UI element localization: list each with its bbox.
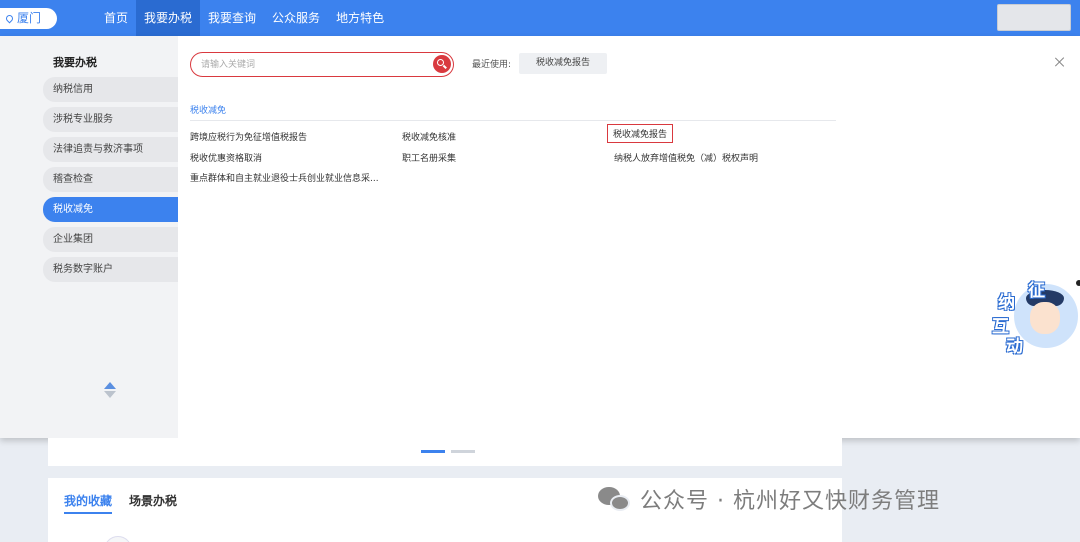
nav-home[interactable]: 首页: [96, 0, 136, 36]
wechat-icon: [598, 485, 632, 513]
service-link-waive-vat-exemption[interactable]: 纳税人放弃增值税免（减）税权声明: [614, 151, 758, 164]
nav-public-service[interactable]: 公众服务: [264, 0, 328, 36]
search-input[interactable]: [201, 56, 421, 73]
top-nav-bar: 厦门 首页 我要办税 我要查询 公众服务 地方特色: [0, 0, 1080, 36]
nav-local-features[interactable]: 地方特色: [328, 0, 392, 36]
sidebar-scroll-control[interactable]: [103, 382, 117, 400]
close-icon[interactable]: [1054, 56, 1066, 68]
service-link-veteran-employment[interactable]: 重点群体和自主就业退役士兵创业就业信息采...: [190, 171, 379, 184]
watermark: 公众号 · 杭州好又快财务管理: [598, 482, 940, 516]
arrow-up-icon[interactable]: [104, 382, 116, 389]
sidebar-list: 纳税信用 涉税专业服务 法律追责与救济事项 稽查检查 税收减免 企业集团 税务数…: [43, 77, 178, 287]
user-account-box[interactable]: [997, 4, 1071, 31]
carousel-pager: [421, 450, 475, 453]
badge-char: 征: [1028, 281, 1045, 301]
sidebar-item-enterprise-group[interactable]: 企业集团: [43, 227, 178, 252]
city-selector[interactable]: 厦门: [0, 8, 57, 29]
sidebar-item-professional-services[interactable]: 涉税专业服务: [43, 107, 178, 132]
sidebar-title: 我要办税: [53, 56, 97, 69]
mega-menu-panel: 我要办税 纳税信用 涉税专业服务 法律追责与救济事项 稽查检查 税收减免 企业集…: [0, 36, 1080, 438]
watermark-text: 公众号 · 杭州好又快财务管理: [640, 489, 940, 514]
service-link-relief-report[interactable]: 税收减免报告: [607, 124, 674, 143]
badge-char: 动: [1006, 337, 1023, 357]
badge-char: 纳: [998, 293, 1015, 313]
section-divider: [190, 120, 836, 121]
recent-label: 最近使用:: [472, 60, 512, 70]
sidebar-item-legal-remedies[interactable]: 法律追责与救济事项: [43, 137, 178, 162]
sidebar-item-inspection[interactable]: 稽查检查: [43, 167, 178, 192]
arrow-down-icon[interactable]: [104, 391, 116, 398]
service-link-cancel-qualification[interactable]: 税收优惠资格取消: [190, 151, 262, 164]
city-label: 厦门: [17, 11, 42, 25]
pager-dot-active[interactable]: [421, 450, 445, 453]
location-pin-icon: [4, 13, 15, 24]
sidebar-item-tax-credit[interactable]: 纳税信用: [43, 77, 178, 102]
search-box: [190, 52, 454, 77]
tab-scenario-tax[interactable]: 场景办税: [129, 492, 177, 509]
recent-item[interactable]: 税收减免报告: [519, 53, 607, 74]
tab-underline: [64, 512, 112, 514]
officer-face-icon: [1030, 302, 1060, 334]
service-link-relief-approval[interactable]: 税收减免核准: [402, 130, 456, 143]
tab-my-favorites[interactable]: 我的收藏: [64, 492, 112, 509]
category-sidebar: 我要办税 纳税信用 涉税专业服务 法律追责与救济事项 稽查检查 税收减免 企业集…: [0, 36, 178, 438]
section-title: 税收减免: [190, 106, 227, 116]
service-link-cross-border-vat[interactable]: 跨境应税行为免征增值税报告: [190, 130, 307, 143]
sidebar-item-tax-relief[interactable]: 税收减免: [43, 197, 178, 222]
main-nav: 首页 我要办税 我要查询 公众服务 地方特色: [96, 0, 392, 36]
pager-dot[interactable]: [451, 450, 475, 453]
nav-query[interactable]: 我要查询: [200, 0, 264, 36]
sidebar-item-digital-account[interactable]: 税务数字账户: [43, 257, 178, 282]
interaction-badge[interactable]: 征 纳 互 动: [990, 276, 1080, 362]
service-link-employee-roster[interactable]: 职工名册采集: [402, 151, 456, 164]
search-button[interactable]: [433, 55, 451, 73]
edge-dot: [1076, 280, 1080, 286]
nav-tax-handling[interactable]: 我要办税: [136, 0, 201, 36]
